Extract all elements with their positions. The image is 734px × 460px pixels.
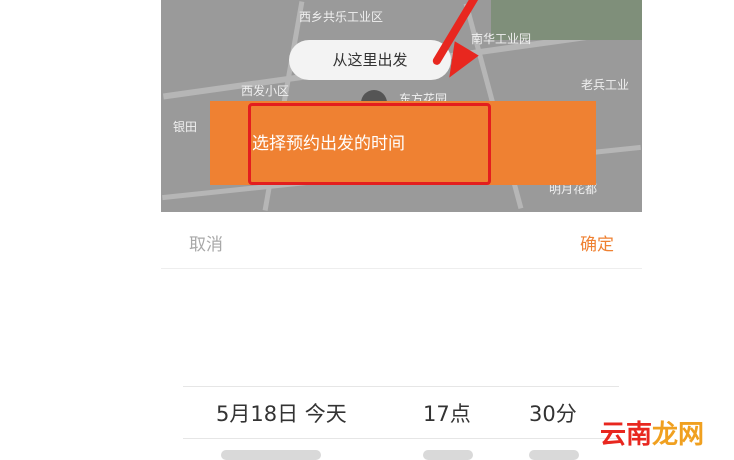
annotation-highlight-box <box>248 103 491 185</box>
picker-minute-column[interactable]: 30分 <box>529 398 577 428</box>
toolbar-divider <box>161 268 642 269</box>
confirm-button[interactable]: 确定 <box>580 230 614 255</box>
phone-screen: 西乡共乐工业区 南华工业园 西发小区 老兵工业 银田 东方花园 明月花都 从这里… <box>161 0 642 460</box>
map-label: 银田 <box>173 120 198 134</box>
map-label: 南华工业园 <box>471 32 532 46</box>
cancel-button[interactable]: 取消 <box>189 230 223 255</box>
picker-selection-line-top <box>183 386 619 387</box>
watermark-part2: 龙网 <box>652 420 705 450</box>
watermark-logo: 云南龙网 <box>600 414 704 451</box>
picker-next-row <box>221 450 321 460</box>
map-view[interactable]: 西乡共乐工业区 南华工业园 西发小区 老兵工业 银田 东方花园 明月花都 从这里… <box>161 0 642 212</box>
picker-hour-column[interactable]: 17点 <box>423 398 471 428</box>
watermark-part1: 云南 <box>600 420 653 450</box>
picker-selection-line-bottom <box>183 438 619 439</box>
map-label: 西发小区 <box>241 84 290 98</box>
start-location-pill[interactable]: 从这里出发 <box>289 40 451 80</box>
picker-next-row <box>423 450 473 460</box>
map-label: 西乡共乐工业区 <box>299 10 384 24</box>
picker-next-row <box>529 450 579 460</box>
right-background <box>642 0 734 460</box>
map-label: 老兵工业 <box>581 78 630 92</box>
picker-date-column[interactable]: 5月18日 今天 <box>216 398 347 428</box>
left-background <box>0 0 161 460</box>
